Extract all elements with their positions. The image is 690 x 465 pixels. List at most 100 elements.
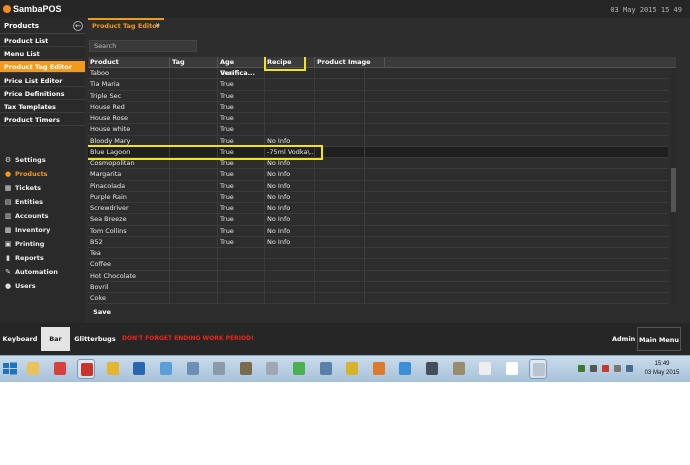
bar-button[interactable]: Bar <box>41 327 70 351</box>
table-cell[interactable] <box>315 68 365 79</box>
table-cell[interactable] <box>315 169 365 181</box>
table-cell[interactable]: True <box>218 203 265 214</box>
table-cell[interactable] <box>265 248 315 259</box>
table-cell[interactable]: No Info <box>265 180 315 192</box>
table-cell[interactable] <box>315 79 365 91</box>
table-row[interactable]: Sea Breeze True No Info <box>88 214 668 226</box>
nav-item-settings[interactable]: ⚙ Settings <box>0 153 85 167</box>
table-row[interactable]: House Rose True <box>88 113 668 125</box>
table-cell[interactable]: Triple Sec <box>88 90 170 102</box>
nav-item-tickets[interactable]: ▦ Tickets <box>0 181 85 195</box>
table-cell[interactable] <box>170 293 218 304</box>
table-cell[interactable] <box>170 214 218 226</box>
sidebar-item-product-tag-editor[interactable]: Product Tag Editor <box>0 61 85 74</box>
table-cell[interactable] <box>170 203 218 214</box>
table-cell[interactable] <box>315 270 365 282</box>
table-cell[interactable] <box>315 214 365 226</box>
table-cell[interactable]: Pinacolada <box>88 180 170 192</box>
table-cell[interactable] <box>265 79 315 91</box>
windows-start-icon[interactable] <box>2 360 18 378</box>
paint-icon[interactable] <box>157 359 175 379</box>
vertical-scrollbar[interactable] <box>671 68 676 305</box>
table-cell[interactable] <box>218 248 265 259</box>
table-cell[interactable] <box>170 124 218 136</box>
table-cell[interactable] <box>170 101 218 113</box>
table-cell[interactable] <box>315 101 365 113</box>
table-cell[interactable] <box>315 259 365 271</box>
table-cell[interactable] <box>265 101 315 113</box>
table-cell[interactable] <box>170 79 218 91</box>
save-button[interactable]: Save <box>89 306 115 318</box>
table-row[interactable]: House white True <box>88 124 668 136</box>
itunes-icon[interactable] <box>51 359 69 379</box>
samba-icon[interactable] <box>77 359 96 379</box>
table-cell[interactable]: No Info <box>265 225 315 237</box>
printer-icon[interactable] <box>263 359 281 379</box>
table-cell[interactable] <box>170 113 218 124</box>
table-cell[interactable] <box>315 203 365 214</box>
column-header-product[interactable]: Product <box>88 57 170 68</box>
table-cell[interactable] <box>265 293 315 304</box>
table-row[interactable]: B52 True No Info <box>88 236 668 248</box>
table-cell[interactable] <box>315 281 365 293</box>
table-row[interactable]: Tea <box>88 248 668 260</box>
table-cell[interactable] <box>170 191 218 203</box>
sidebar-item-tax-templates[interactable]: Tax Templates <box>0 101 85 113</box>
column-header-tag[interactable]: Tag <box>170 57 218 68</box>
tray-battery-icon[interactable] <box>626 365 633 372</box>
table-cell[interactable] <box>265 124 315 136</box>
table-cell[interactable] <box>265 90 315 102</box>
table-cell[interactable] <box>170 248 218 259</box>
system-clock[interactable]: 15:49 03 May 2015 <box>640 360 684 378</box>
table-cell[interactable]: True <box>218 180 265 192</box>
nav-item-users[interactable]: ● Users <box>0 279 85 293</box>
flame-icon[interactable] <box>370 359 388 379</box>
tray-network-icon[interactable] <box>578 365 585 372</box>
sidebar-item-product-timers[interactable]: Product Timers <box>0 114 85 127</box>
table-cell[interactable] <box>265 281 315 293</box>
table-cell[interactable]: Tom Collins <box>88 225 170 237</box>
table-cell[interactable]: Purple Rain <box>88 191 170 203</box>
table-cell[interactable]: True <box>218 191 265 203</box>
table-cell[interactable]: Sea Breeze <box>88 214 170 226</box>
table-row[interactable]: Coffee <box>88 259 668 271</box>
table-cell[interactable] <box>170 169 218 181</box>
table-cell[interactable] <box>170 225 218 237</box>
close-icon[interactable]: × <box>155 20 160 32</box>
table-cell[interactable] <box>315 225 365 237</box>
sidebar-item-product-list[interactable]: Product List <box>0 35 85 47</box>
table-cell[interactable]: Screwdriver <box>88 203 170 214</box>
table-cell[interactable]: True <box>218 169 265 181</box>
table-cell[interactable]: Taboo <box>88 68 170 79</box>
table-cell[interactable] <box>218 270 265 282</box>
table-cell[interactable] <box>315 248 365 259</box>
admin-user[interactable]: Admin <box>612 327 635 351</box>
table-cell[interactable] <box>315 293 365 304</box>
table-cell[interactable]: No Info <box>265 236 315 248</box>
disk-icon[interactable] <box>210 359 228 379</box>
table-cell[interactable] <box>265 259 315 271</box>
nav-item-accounts[interactable]: ▥ Accounts <box>0 209 85 223</box>
scrollbar-thumb[interactable] <box>671 168 676 212</box>
table-cell[interactable]: Coffee <box>88 259 170 271</box>
table-row[interactable]: Coke <box>88 293 668 305</box>
table-cell[interactable]: No Info <box>265 191 315 203</box>
main-menu-button[interactable]: Main Menu <box>637 327 681 351</box>
table-cell[interactable] <box>315 113 365 124</box>
database-icon[interactable] <box>290 359 308 379</box>
sidebar-item-price-list-editor[interactable]: Price List Editor <box>0 75 85 87</box>
table-row[interactable]: Triple Sec True <box>88 90 668 102</box>
table-cell[interactable] <box>170 90 218 102</box>
tray-volume-icon[interactable] <box>614 365 621 372</box>
sidebar-item-price-definitions[interactable]: Price Definitions <box>0 88 85 100</box>
table-cell[interactable]: B52 <box>88 236 170 248</box>
table-cell[interactable]: House Red <box>88 101 170 113</box>
network-icon[interactable] <box>343 359 361 379</box>
table-cell[interactable]: True <box>218 101 265 113</box>
table-cell[interactable]: Margarita <box>88 169 170 181</box>
calculator-icon[interactable] <box>317 359 335 379</box>
table-cell[interactable]: No Info <box>265 214 315 226</box>
table-cell[interactable]: True <box>218 90 265 102</box>
tray-flag-icon[interactable] <box>590 365 597 372</box>
table-cell[interactable] <box>315 90 365 102</box>
